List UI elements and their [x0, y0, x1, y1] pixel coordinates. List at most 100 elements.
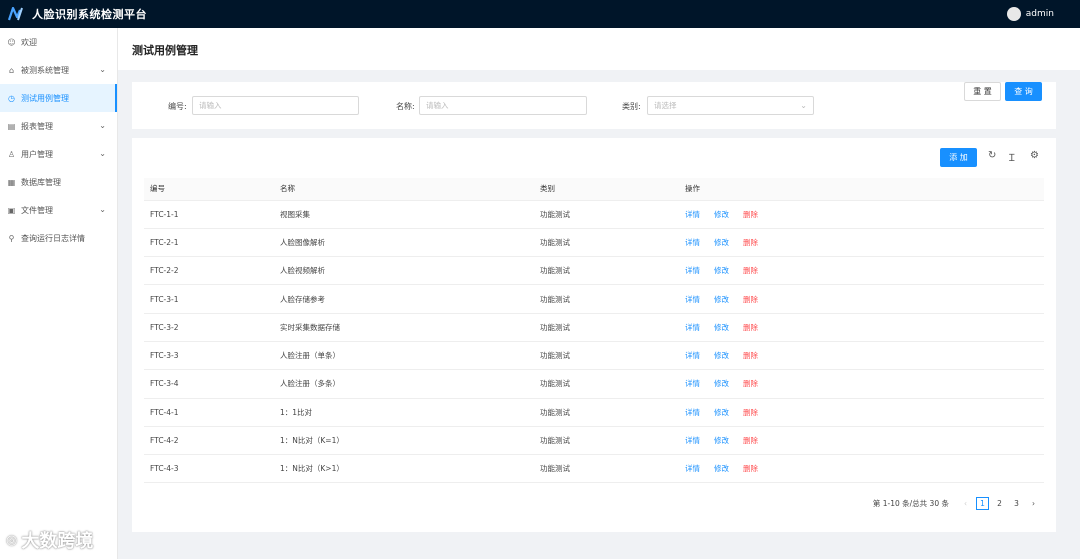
cell-name: 人脸注册（多条） — [274, 369, 534, 399]
edit-link[interactable]: 修改 — [714, 407, 729, 418]
view-link[interactable]: 详情 — [685, 294, 700, 305]
cell-code: FTC-4-2 — [144, 426, 274, 456]
app-title: 人脸识别系统检测平台 — [32, 8, 147, 21]
search-form: 编号: 请输入 名称: 请输入 类别: 请选择 ⌄ 重 置 查 询 — [132, 82, 1056, 129]
sidebar-item-label: 被测系统管理 — [21, 65, 69, 75]
gear-icon[interactable]: ⚙ — [1030, 150, 1039, 161]
view-link[interactable]: 详情 — [685, 350, 700, 361]
edit-link[interactable]: 修改 — [714, 322, 729, 333]
delete-link[interactable]: 删除 — [743, 265, 758, 276]
test-case-table: 编号 名称 类别 操作 FTC-1-1 视图采集 功能测试 详情 修改 删除 FTC-2-1… — [144, 178, 1044, 484]
code-input[interactable]: 请输入 — [192, 96, 359, 115]
sidebar-item-files[interactable]: ▣ 文件管理 ⌄ — [0, 196, 117, 224]
cell-actions: 详情 修改 删除 — [679, 284, 1044, 314]
edit-link[interactable]: 修改 — [714, 209, 729, 220]
add-button[interactable]: 添 加 — [940, 148, 977, 167]
cell-name: 人脸存储参考 — [274, 284, 534, 314]
delete-link[interactable]: 删除 — [743, 294, 758, 305]
type-select[interactable]: 请选择 ⌄ — [647, 96, 814, 115]
sidebar-item-users[interactable]: ♙ 用户管理 ⌄ — [0, 140, 117, 168]
delete-link[interactable]: 删除 — [743, 209, 758, 220]
page-title: 测试用例管理 — [132, 44, 198, 57]
cell-code: FTC-1-1 — [144, 200, 274, 229]
table-row: FTC-4-3 1：N比对（K>1） 功能测试 详情 修改 删除 — [144, 454, 1044, 484]
name-input[interactable]: 请输入 — [419, 96, 587, 115]
view-link[interactable]: 详情 — [685, 322, 700, 333]
delete-link[interactable]: 删除 — [743, 435, 758, 446]
edit-link[interactable]: 修改 — [714, 237, 729, 248]
delete-link[interactable]: 删除 — [743, 237, 758, 248]
watermark-logo-icon: ◎ — [6, 532, 18, 548]
delete-link[interactable]: 删除 — [743, 322, 758, 333]
cell-name: 人脸注册（单条） — [274, 341, 534, 371]
sidebar-item-welcome[interactable]: ☺ 欢迎 — [0, 28, 117, 56]
table-row: FTC-3-2 实时采集数据存储 功能测试 详情 修改 删除 — [144, 313, 1044, 342]
edit-link[interactable]: 修改 — [714, 435, 729, 446]
edit-link[interactable]: 修改 — [714, 265, 729, 276]
edit-link[interactable]: 修改 — [714, 463, 729, 474]
chevron-down-icon: ⌄ — [99, 121, 106, 130]
view-link[interactable]: 详情 — [685, 237, 700, 248]
table-row: FTC-3-4 人脸注册（多条） 功能测试 详情 修改 删除 — [144, 369, 1044, 399]
sidebar-item-test-cases[interactable]: ◷ 测试用例管理 — [0, 84, 117, 112]
sidebar-item-run-logs[interactable]: ⚲ 查询运行日志详情 — [0, 224, 117, 252]
view-link[interactable]: 详情 — [685, 463, 700, 474]
sidebar-item-reports[interactable]: ▤ 报表管理 ⌄ — [0, 112, 117, 140]
chevron-down-icon: ⌄ — [800, 101, 807, 110]
edit-link[interactable]: 修改 — [714, 294, 729, 305]
username[interactable]: admin — [1026, 9, 1054, 19]
sidebar-item-label: 数据库管理 — [21, 177, 61, 187]
page-3[interactable]: 3 — [1010, 497, 1023, 510]
cell-name: 实时采集数据存储 — [274, 313, 534, 342]
cell-type: 功能测试 — [534, 284, 679, 314]
table-header-row: 编号 名称 类别 操作 — [144, 178, 1044, 201]
cell-code: FTC-2-2 — [144, 256, 274, 286]
delete-link[interactable]: 删除 — [743, 463, 758, 474]
column-header-type: 类别 — [534, 178, 679, 201]
sidebar-item-label: 文件管理 — [21, 205, 53, 215]
cell-actions: 详情 修改 删除 — [679, 398, 1044, 427]
cell-type: 功能测试 — [534, 228, 679, 258]
watermark-text: 大数跨境 — [21, 531, 94, 552]
cell-name: 人脸图像解析 — [274, 228, 534, 258]
cell-type: 功能测试 — [534, 426, 679, 456]
sidebar-item-label: 测试用例管理 — [21, 93, 69, 103]
reset-button[interactable]: 重 置 — [964, 82, 1001, 101]
edit-link[interactable]: 修改 — [714, 378, 729, 389]
type-label: 类别: — [622, 102, 641, 111]
view-link[interactable]: 详情 — [685, 209, 700, 220]
sidebar-item-label: 报表管理 — [21, 121, 53, 131]
home-icon: ⌂ — [8, 65, 15, 75]
delete-link[interactable]: 删除 — [743, 378, 758, 389]
delete-link[interactable]: 删除 — [743, 350, 758, 361]
cell-type: 功能测试 — [534, 398, 679, 427]
refresh-icon[interactable]: ↻ — [988, 150, 996, 161]
logo-icon — [8, 7, 23, 21]
page-2[interactable]: 2 — [993, 497, 1006, 510]
sidebar-item-system-under-test[interactable]: ⌂ 被测系统管理 ⌄ — [0, 56, 117, 84]
view-link[interactable]: 详情 — [685, 378, 700, 389]
column-height-icon[interactable]: Ɪ — [1009, 150, 1015, 164]
search-icon: ⚲ — [8, 233, 15, 243]
view-link[interactable]: 详情 — [685, 265, 700, 276]
view-link[interactable]: 详情 — [685, 407, 700, 418]
next-page-icon[interactable]: › — [1027, 497, 1040, 510]
cell-actions: 详情 修改 删除 — [679, 426, 1044, 456]
cell-type: 功能测试 — [534, 454, 679, 484]
page-1[interactable]: 1 — [976, 497, 989, 510]
view-link[interactable]: 详情 — [685, 435, 700, 446]
cell-type: 功能测试 — [534, 256, 679, 286]
delete-link[interactable]: 删除 — [743, 407, 758, 418]
user-menu[interactable]: admin — [1006, 7, 1054, 21]
query-button[interactable]: 查 询 — [1005, 82, 1042, 101]
prev-page-icon[interactable]: ‹ — [959, 497, 972, 510]
cell-code: FTC-2-1 — [144, 228, 274, 258]
type-select-placeholder: 请选择 — [654, 101, 677, 110]
avatar[interactable] — [1006, 7, 1021, 21]
cell-actions: 详情 修改 删除 — [679, 341, 1044, 371]
name-label: 名称: — [396, 102, 415, 111]
cell-code: FTC-3-1 — [144, 284, 274, 314]
edit-link[interactable]: 修改 — [714, 350, 729, 361]
sidebar-item-database[interactable]: ▦ 数据库管理 — [0, 168, 117, 196]
cell-name: 视图采集 — [274, 200, 534, 229]
